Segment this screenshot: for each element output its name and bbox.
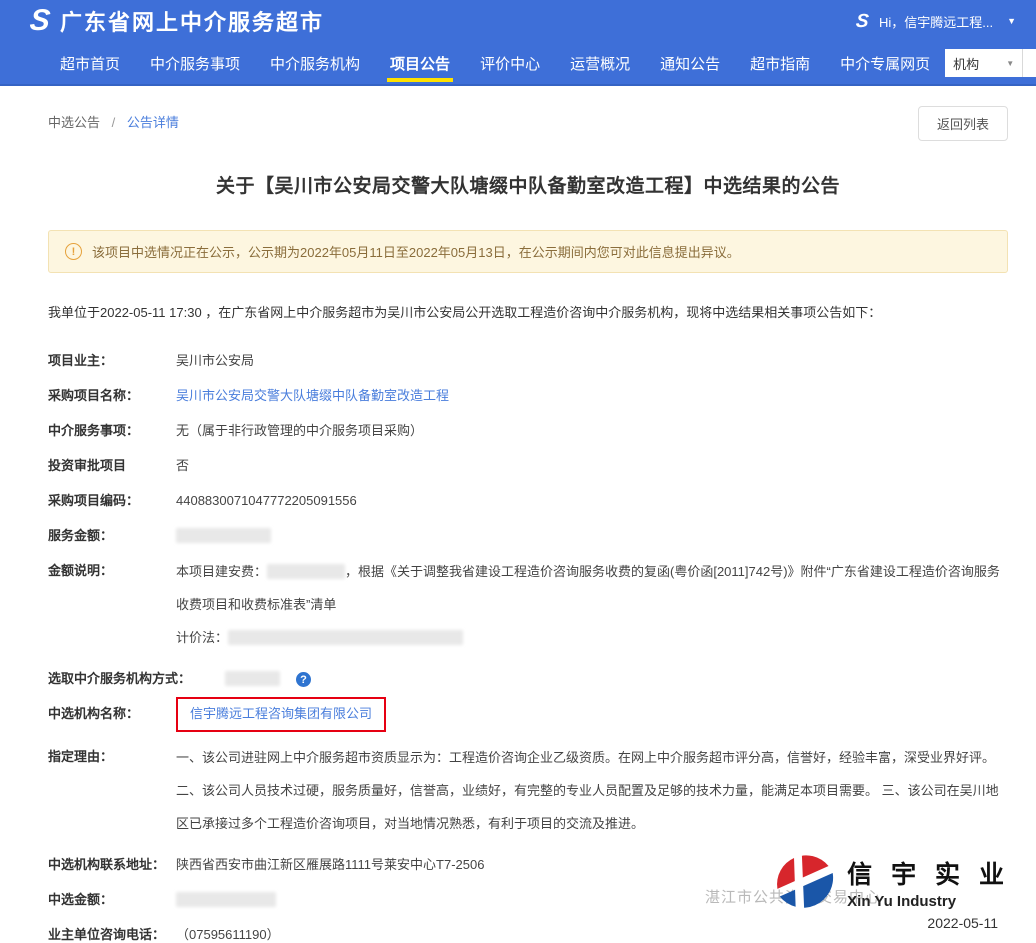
field-value: 陕西省西安市曲江新区雁展路1111号莱安中心T7-2506 <box>176 855 484 875</box>
field-value: ? <box>225 669 311 689</box>
notice-text: 该项目中选情况正在公示，公示期为2022年05月11日至2022年05月13日，… <box>92 242 740 261</box>
search-input[interactable] <box>1023 49 1036 77</box>
site-title: 广东省网上中介服务超市 <box>60 5 324 37</box>
back-to-list-button[interactable]: 返回列表 <box>918 106 1008 141</box>
nav-item-evaluation-center[interactable]: 评价中心 <box>465 42 555 84</box>
field-row-project-code: 采购项目编码： 4408830071047772205091556 <box>48 491 1008 511</box>
field-value: 本项目建安费：，根据《关于调整我省建设工程造价咨询服务收费的复函(粤价函[201… <box>176 555 1008 654</box>
field-row-investment-approval: 投资审批项目 否 <box>48 456 1008 476</box>
nav-item-service-orgs[interactable]: 中介服务机构 <box>255 42 375 84</box>
page-title: 关于【吴川市公安局交警大队塘缀中队备勤室改造工程】中选结果的公告 <box>48 171 1008 198</box>
field-label: 中选机构联系地址： <box>48 855 176 875</box>
nav-item-home[interactable]: 超市首页 <box>45 42 135 84</box>
field-row-amount-note: 金额说明： 本项目建安费：，根据《关于调整我省建设工程造价咨询服务收费的复函(粤… <box>48 561 1008 654</box>
redacted-amount <box>267 564 345 579</box>
nav-item-notices[interactable]: 通知公告 <box>645 42 735 84</box>
field-row-project-name: 采购项目名称： 吴川市公安局交警大队塘缀中队备勤室改造工程 <box>48 386 1008 406</box>
field-label: 指定理由： <box>48 747 176 840</box>
field-label: 中选金额： <box>48 890 176 910</box>
nav-items: 超市首页 中介服务事项 中介服务机构 项目公告 评价中心 运营概况 通知公告 超… <box>45 42 945 84</box>
breadcrumb: 中选公告 / 公告详情 <box>48 86 1008 131</box>
field-row-service-item: 中介服务事项： 无（属于非行政管理的中介服务项目采购） <box>48 421 1008 441</box>
field-label: 中介服务事项： <box>48 421 176 441</box>
field-label: 采购项目名称： <box>48 386 176 406</box>
selected-org-highlight-box: 信宇腾远工程咨询集团有限公司 <box>176 697 386 732</box>
nav-item-project-announcements[interactable]: 项目公告 <box>375 42 465 84</box>
nav-item-guide[interactable]: 超市指南 <box>735 42 825 84</box>
field-value: 4408830071047772205091556 <box>176 491 357 511</box>
company-logo-block: 信 宇 实 业 Xin Yu Industry <box>769 846 1010 918</box>
breadcrumb-current: 公告详情 <box>127 115 179 130</box>
announcement-page: 中选公告 / 公告详情 返回列表 关于【吴川市公安局交警大队塘缀中队备勤室改造工… <box>0 86 1036 943</box>
redacted-pricing-method <box>228 630 463 645</box>
field-label: 业主单位咨询电话： <box>48 925 176 943</box>
company-name-cn: 信 宇 实 业 <box>847 855 1010 891</box>
field-label: 服务金额： <box>48 526 176 546</box>
watermark-date: 2022-05-11 <box>927 915 998 931</box>
field-value: （07595611190） <box>176 925 280 943</box>
search-area: 机构 ▼ <box>945 49 1036 77</box>
user-menu[interactable]: S Hi，信宇腾远工程... ▼ <box>856 12 1016 31</box>
intro-paragraph: 我单位于2022-05-11 17:30 ，在广东省网上中介服务超市为吴川市公安… <box>48 303 1008 323</box>
nav-item-service-matters[interactable]: 中介服务事项 <box>135 42 255 84</box>
company-texts: 信 宇 实 业 Xin Yu Industry <box>847 855 1010 910</box>
project-name-link[interactable]: 吴川市公安局交警大队塘缀中队备勤室改造工程 <box>176 386 449 406</box>
company-name-en: Xin Yu Industry <box>847 893 1010 910</box>
field-value: 一、该公司进驻网上中介服务超市资质显示为：工程造价咨询企业乙级资质。在网上中介服… <box>176 741 1008 840</box>
user-logo-icon: S <box>855 12 870 31</box>
search-category-select[interactable]: 机构 ▼ <box>945 49 1023 77</box>
select-caret-down-icon: ▼ <box>1006 59 1014 68</box>
company-logo-icon <box>769 846 841 918</box>
user-caret-down-icon: ▼ <box>1007 16 1016 26</box>
field-label: 金额说明： <box>48 561 176 654</box>
watermark: 湛江市公共资源交易中心 信 宇 实 业 Xin Yu Industry 2022… <box>760 846 1010 941</box>
field-value: 无（属于非行政管理的中介服务项目采购） <box>176 421 423 441</box>
breadcrumb-separator: / <box>112 115 116 130</box>
field-label: 中选机构名称： <box>48 704 176 732</box>
search-category-value: 机构 <box>953 54 979 73</box>
field-row-selection-method: 选取中介服务机构方式： ? <box>48 669 1008 689</box>
main-nav: 超市首页 中介服务事项 中介服务机构 项目公告 评价中心 运营概况 通知公告 超… <box>0 42 1036 86</box>
nav-item-operation-overview[interactable]: 运营概况 <box>555 42 645 84</box>
field-label: 采购项目编码： <box>48 491 176 511</box>
warning-icon: ! <box>65 243 82 260</box>
amount-note-prefix: 本项目建安费： <box>176 564 267 579</box>
field-label: 投资审批项目 <box>48 456 176 476</box>
field-label: 选取中介服务机构方式： <box>48 669 199 689</box>
publicity-notice: ! 该项目中选情况正在公示，公示期为2022年05月11日至2022年05月13… <box>48 230 1008 273</box>
field-label: 项目业主： <box>48 351 176 371</box>
field-row-selected-org: 中选机构名称： 信宇腾远工程咨询集团有限公司 <box>48 704 1008 732</box>
help-question-icon[interactable]: ? <box>296 672 311 687</box>
redacted-value <box>176 890 276 910</box>
top-bar: S 广东省网上中介服务超市 S Hi，信宇腾远工程... ▼ <box>0 0 1036 42</box>
field-value: 吴川市公安局 <box>176 351 254 371</box>
nav-item-dedicated-page[interactable]: 中介专属网页 <box>825 42 945 84</box>
field-row-service-amount: 服务金额： <box>48 526 1008 546</box>
selected-org-link[interactable]: 信宇腾远工程咨询集团有限公司 <box>190 706 372 721</box>
breadcrumb-parent[interactable]: 中选公告 <box>48 115 100 130</box>
pricing-method-prefix: 计价法： <box>176 630 228 645</box>
site-logo-icon: S <box>28 6 51 36</box>
user-greeting: Hi，信宇腾远工程... <box>879 12 993 31</box>
redacted-value <box>176 526 271 546</box>
redacted-method <box>225 671 280 686</box>
field-row-reason: 指定理由： 一、该公司进驻网上中介服务超市资质显示为：工程造价咨询企业乙级资质。… <box>48 747 1008 840</box>
field-row-owner: 项目业主： 吴川市公安局 <box>48 351 1008 371</box>
field-value: 否 <box>176 456 189 476</box>
